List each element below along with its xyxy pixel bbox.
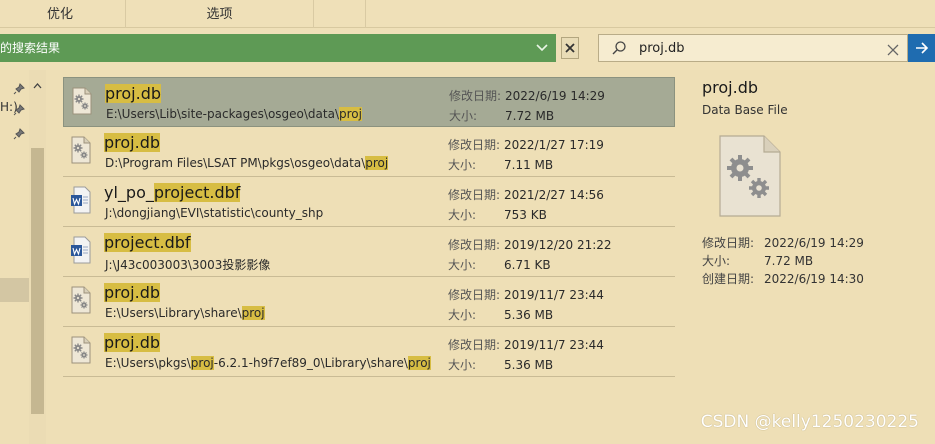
details-pane: proj.db Data Base File 修改日期: 2022/6/19 14… [702, 78, 935, 286]
file-path: J:\dongjiang\EVI\statistic\county_shp [105, 206, 324, 220]
ribbon-tabs: 优化 选项 [0, 0, 935, 28]
modified-date: 修改日期: 2022/1/27 17:19 [448, 138, 604, 152]
prop-created: 创建日期: 2022/6/19 14:30 [702, 272, 864, 286]
prop-modified: 修改日期: 2022/6/19 14:29 [702, 236, 864, 250]
pin-icon[interactable] [13, 125, 25, 144]
close-icon [565, 43, 575, 53]
address-bar[interactable]: 的搜索结果 [0, 34, 556, 62]
modified-date: 修改日期: 2021/2/27 14:56 [448, 188, 604, 202]
file-size: 大小: 7.72 MB [449, 109, 555, 123]
address-bar-text: 的搜索结果 [0, 41, 61, 55]
nav-selected-item[interactable] [0, 278, 29, 302]
watermark: CSDN @kelly1250230225 [700, 412, 919, 432]
scroll-up-icon[interactable] [33, 74, 42, 93]
ribbon-divider-2 [365, 0, 366, 28]
modified-date: 修改日期: 2019/11/7 23:44 [448, 338, 604, 352]
file-size: 大小: 753 KB [448, 208, 547, 222]
file-size: 大小: 5.36 MB [448, 358, 554, 372]
prop-size: 大小: 7.72 MB [702, 254, 814, 268]
file-path: E:\Users\pkgs\proj-6.2.1-h9f7ef89_0\Libr… [105, 356, 431, 370]
file-path: E:\Users\Library\share\proj [105, 306, 265, 320]
search-icon [611, 40, 627, 60]
result-row[interactable]: proj.db E:\Users\Library\share\proj 修改日期: 2… [63, 277, 675, 327]
file-path: E:\Users\Lib\site-packages\osgeo\data\pr… [106, 107, 362, 121]
modified-date: 修改日期: 2019/12/20 21:22 [448, 238, 612, 252]
details-type: Data Base File [702, 103, 788, 117]
result-row[interactable]: proj.db E:\Users\pkgs\proj-6.2.1-h9f7ef89… [63, 327, 675, 377]
word-file-icon [71, 186, 91, 214]
nav-scrollbar[interactable] [29, 70, 46, 444]
gear-file-icon [71, 136, 91, 164]
tab-optimize[interactable]: 优化 [0, 0, 120, 28]
tab-options[interactable]: 选项 [125, 0, 313, 28]
file-name: proj.db [104, 333, 161, 352]
result-row[interactable]: project.dbf J:\J43c003003\3003投影影像 修改日期: 20… [63, 227, 675, 277]
scrollbar-thumb[interactable] [31, 148, 44, 414]
chevron-down-icon[interactable] [534, 34, 550, 62]
address-toolbar: 的搜索结果 [0, 28, 935, 70]
clear-search-icon[interactable] [887, 41, 899, 60]
search-input[interactable] [639, 38, 869, 58]
file-size: 大小: 7.11 MB [448, 158, 554, 172]
details-properties: 修改日期: 2022/6/19 14:29 大小: 7.72 MB 创建日期: 202… [702, 234, 864, 288]
navigation-pane: H:) [0, 70, 46, 444]
gear-file-icon [718, 134, 782, 222]
search-results-list: proj.db E:\Users\Lib\site-packages\osgeo\… [63, 77, 675, 377]
gear-file-icon [71, 286, 91, 314]
result-row[interactable]: proj.db E:\Users\Lib\site-packages\osgeo\… [63, 77, 675, 127]
file-size: 大小: 6.71 KB [448, 258, 551, 272]
search-go-button[interactable] [908, 34, 935, 62]
arrow-right-icon [915, 42, 928, 54]
file-name: proj.db [105, 84, 162, 103]
pin-icon[interactable] [13, 80, 25, 99]
close-results-button[interactable] [561, 37, 579, 59]
result-row[interactable]: yl_po_project.dbf J:\dongjiang\EVI\statis… [63, 177, 675, 227]
modified-date: 修改日期: 2019/11/7 23:44 [448, 288, 604, 302]
pin-icon[interactable] [13, 101, 25, 120]
word-file-icon [71, 236, 91, 264]
file-name: project.dbf [104, 233, 191, 252]
ribbon-divider [313, 0, 365, 28]
search-box[interactable] [598, 34, 908, 62]
modified-date: 修改日期: 2022/6/19 14:29 [449, 89, 605, 103]
details-title: proj.db [702, 78, 759, 97]
gear-file-icon [72, 87, 92, 115]
gear-file-icon [71, 336, 91, 364]
file-name: proj.db [104, 283, 161, 302]
file-path: J:\J43c003003\3003投影影像 [105, 258, 271, 272]
file-name: proj.db [104, 133, 161, 152]
file-path: D:\Program Files\LSAT PM\pkgs\osgeo\data… [105, 156, 389, 170]
file-size: 大小: 5.36 MB [448, 308, 554, 322]
file-name: yl_po_project.dbf [104, 183, 241, 202]
result-row[interactable]: proj.db D:\Program Files\LSAT PM\pkgs\osg… [63, 127, 675, 177]
